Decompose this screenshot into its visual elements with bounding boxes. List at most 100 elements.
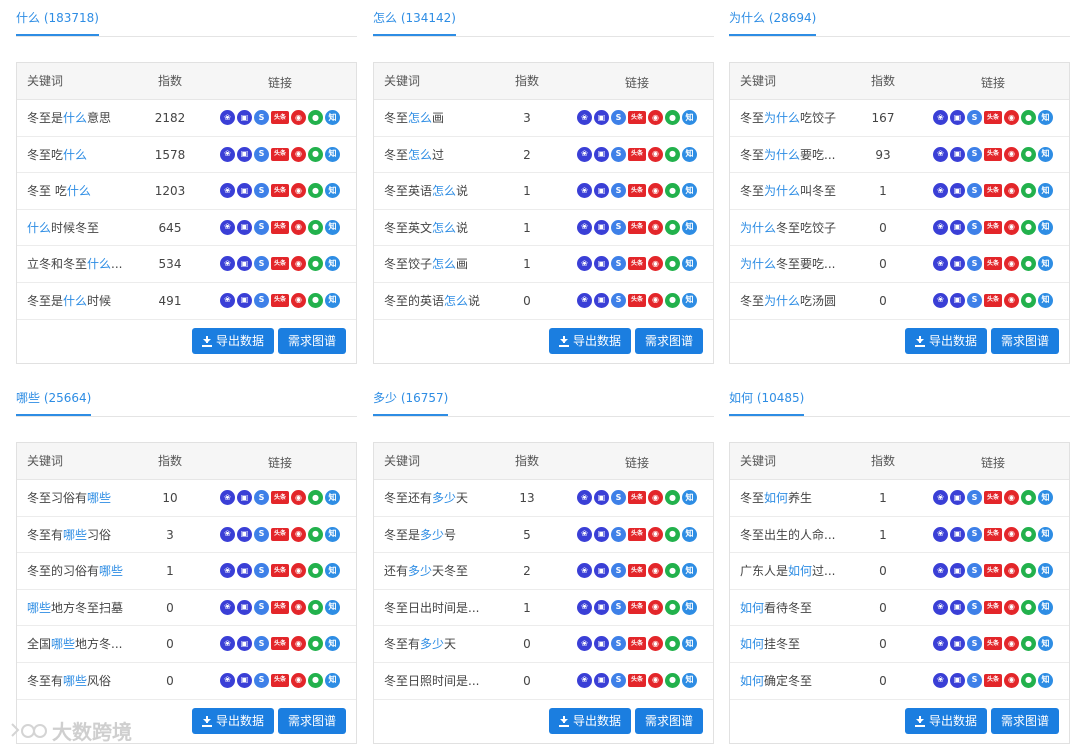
keyword-cell[interactable]: 冬至为什么叫冬至: [740, 173, 848, 209]
toutiao-icon[interactable]: 头条: [271, 293, 289, 307]
weibo-icon[interactable]: ◉: [291, 183, 306, 199]
baidu-icon[interactable]: ❀: [220, 636, 235, 652]
baidu-mobile-icon[interactable]: ▣: [950, 110, 965, 125]
baidu-mobile-icon[interactable]: ▣: [950, 526, 965, 542]
wechat-icon[interactable]: ●: [665, 599, 680, 615]
zhihu-icon[interactable]: 知: [1038, 183, 1053, 199]
toutiao-icon[interactable]: 头条: [628, 257, 646, 271]
weibo-icon[interactable]: ◉: [648, 146, 663, 162]
zhihu-icon[interactable]: 知: [1038, 219, 1053, 235]
wechat-icon[interactable]: ●: [308, 599, 323, 615]
keyword-cell[interactable]: 为什么冬至要吃...: [740, 246, 848, 282]
baidu-icon[interactable]: ❀: [933, 490, 948, 505]
wechat-icon[interactable]: ●: [665, 256, 680, 272]
sogou-icon[interactable]: S: [967, 110, 982, 125]
panel-title[interactable]: 怎么 (134142): [373, 10, 456, 36]
weibo-icon[interactable]: ◉: [648, 110, 663, 125]
wechat-icon[interactable]: ●: [308, 563, 323, 579]
weibo-icon[interactable]: ◉: [291, 219, 306, 235]
baidu-icon[interactable]: ❀: [933, 183, 948, 199]
baidu-mobile-icon[interactable]: ▣: [594, 292, 609, 308]
baidu-mobile-icon[interactable]: ▣: [594, 672, 609, 688]
weibo-icon[interactable]: ◉: [648, 219, 663, 235]
keyword-cell[interactable]: 立冬和冬至什么...: [27, 246, 135, 282]
sogou-icon[interactable]: S: [254, 256, 269, 272]
baidu-icon[interactable]: ❀: [933, 636, 948, 652]
keyword-cell[interactable]: 冬至还有多少天: [384, 480, 492, 516]
panel-title[interactable]: 为什么 (28694): [729, 10, 817, 36]
sogou-icon[interactable]: S: [967, 256, 982, 272]
baidu-mobile-icon[interactable]: ▣: [237, 292, 252, 308]
baidu-icon[interactable]: ❀: [933, 672, 948, 688]
zhihu-icon[interactable]: 知: [1038, 672, 1053, 688]
toutiao-icon[interactable]: 头条: [271, 220, 289, 234]
wechat-icon[interactable]: ●: [1021, 672, 1036, 688]
toutiao-icon[interactable]: 头条: [271, 184, 289, 198]
keyword-cell[interactable]: 广东人是如何过...: [740, 553, 848, 589]
baidu-mobile-icon[interactable]: ▣: [237, 256, 252, 272]
zhihu-icon[interactable]: 知: [682, 146, 697, 162]
baidu-mobile-icon[interactable]: ▣: [950, 672, 965, 688]
weibo-icon[interactable]: ◉: [1004, 672, 1019, 688]
demand-graph-button[interactable]: 需求图谱: [634, 328, 703, 354]
weibo-icon[interactable]: ◉: [1004, 219, 1019, 235]
weibo-icon[interactable]: ◉: [1004, 563, 1019, 579]
baidu-icon[interactable]: ❀: [933, 110, 948, 125]
sogou-icon[interactable]: S: [254, 146, 269, 162]
sogou-icon[interactable]: S: [611, 110, 626, 125]
baidu-mobile-icon[interactable]: ▣: [237, 526, 252, 542]
sogou-icon[interactable]: S: [611, 526, 626, 542]
toutiao-icon[interactable]: 头条: [984, 564, 1002, 578]
baidu-mobile-icon[interactable]: ▣: [594, 490, 609, 505]
sogou-icon[interactable]: S: [611, 563, 626, 579]
baidu-mobile-icon[interactable]: ▣: [950, 292, 965, 308]
weibo-icon[interactable]: ◉: [648, 672, 663, 688]
baidu-mobile-icon[interactable]: ▣: [594, 219, 609, 235]
toutiao-icon[interactable]: 头条: [628, 220, 646, 234]
wechat-icon[interactable]: ●: [1021, 490, 1036, 505]
sogou-icon[interactable]: S: [611, 219, 626, 235]
baidu-icon[interactable]: ❀: [577, 563, 592, 579]
keyword-cell[interactable]: 冬至饺子怎么画: [384, 246, 492, 282]
zhihu-icon[interactable]: 知: [325, 292, 340, 308]
demand-graph-button[interactable]: 需求图谱: [990, 328, 1059, 354]
baidu-icon[interactable]: ❀: [220, 183, 235, 199]
sogou-icon[interactable]: S: [254, 672, 269, 688]
weibo-icon[interactable]: ◉: [291, 110, 306, 125]
baidu-icon[interactable]: ❀: [933, 146, 948, 162]
weibo-icon[interactable]: ◉: [1004, 146, 1019, 162]
export-data-button[interactable]: 导出数据: [548, 708, 631, 734]
demand-graph-button[interactable]: 需求图谱: [277, 328, 346, 354]
keyword-cell[interactable]: 冬至 吃什么: [27, 173, 135, 209]
baidu-mobile-icon[interactable]: ▣: [950, 146, 965, 162]
baidu-mobile-icon[interactable]: ▣: [237, 146, 252, 162]
baidu-icon[interactable]: ❀: [933, 292, 948, 308]
panel-title[interactable]: 多少 (16757): [373, 390, 449, 416]
zhihu-icon[interactable]: 知: [325, 490, 340, 505]
wechat-icon[interactable]: ●: [308, 636, 323, 652]
sogou-icon[interactable]: S: [967, 292, 982, 308]
sogou-icon[interactable]: S: [611, 256, 626, 272]
wechat-icon[interactable]: ●: [1021, 636, 1036, 652]
keyword-cell[interactable]: 冬至为什么吃汤圆: [740, 283, 848, 319]
keyword-cell[interactable]: 如何挂冬至: [740, 626, 848, 662]
wechat-icon[interactable]: ●: [1021, 219, 1036, 235]
wechat-icon[interactable]: ●: [665, 563, 680, 579]
sogou-icon[interactable]: S: [967, 526, 982, 542]
keyword-cell[interactable]: 冬至英文怎么说: [384, 210, 492, 246]
demand-graph-button[interactable]: 需求图谱: [990, 708, 1059, 734]
baidu-icon[interactable]: ❀: [577, 672, 592, 688]
panel-title[interactable]: 什么 (183718): [16, 10, 99, 36]
baidu-icon[interactable]: ❀: [220, 599, 235, 615]
export-data-button[interactable]: 导出数据: [191, 328, 274, 354]
toutiao-icon[interactable]: 头条: [628, 600, 646, 614]
baidu-icon[interactable]: ❀: [933, 256, 948, 272]
sogou-icon[interactable]: S: [967, 672, 982, 688]
baidu-icon[interactable]: ❀: [933, 219, 948, 235]
baidu-mobile-icon[interactable]: ▣: [594, 526, 609, 542]
zhihu-icon[interactable]: 知: [1038, 599, 1053, 615]
wechat-icon[interactable]: ●: [665, 146, 680, 162]
baidu-icon[interactable]: ❀: [933, 563, 948, 579]
sogou-icon[interactable]: S: [611, 599, 626, 615]
toutiao-icon[interactable]: 头条: [628, 491, 646, 504]
